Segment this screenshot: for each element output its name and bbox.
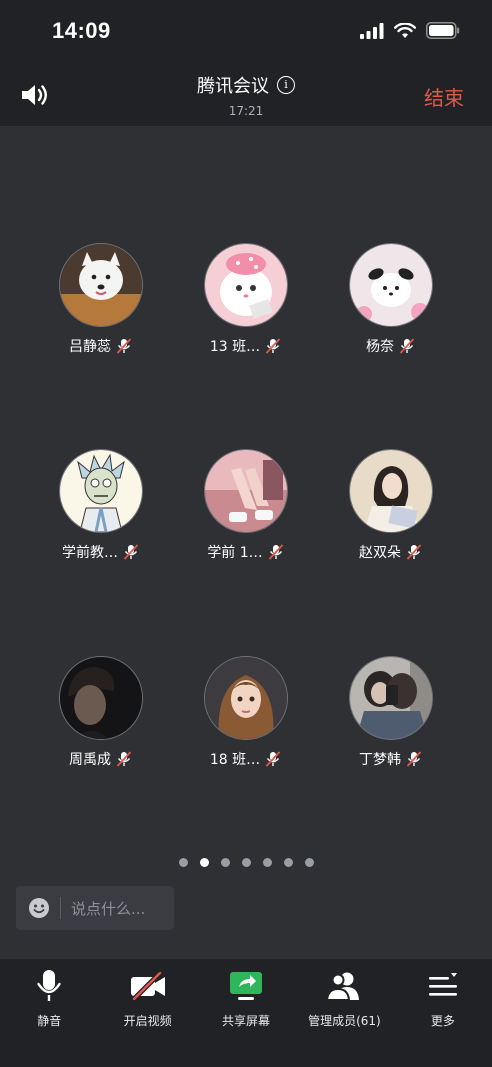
participant-tile[interactable]: 13 班…: [176, 243, 316, 356]
video-off-icon: [130, 972, 165, 1000]
mic-muted-icon: [399, 338, 415, 354]
participant-name: 吕静蕊: [69, 339, 111, 355]
mute-label: 静音: [37, 1014, 62, 1028]
avatar: [59, 243, 143, 327]
mic-muted-icon: [123, 544, 139, 560]
participant-name: 赵双朵: [359, 545, 401, 561]
page-dot[interactable]: [220, 858, 230, 867]
system-icons: [360, 22, 460, 39]
mic-muted-icon: [265, 751, 281, 767]
more-menu-icon: [428, 973, 457, 996]
avatar: [349, 243, 433, 327]
page-dot[interactable]: [304, 858, 314, 867]
meeting-header: 腾讯会议 i 17:21 结束: [0, 62, 492, 126]
share-screen-button[interactable]: 共享屏幕: [197, 959, 295, 1067]
avatar: [204, 656, 288, 740]
participant-name: 杨奈: [366, 339, 394, 355]
wifi-icon: [394, 22, 416, 38]
mic-muted-icon: [116, 751, 132, 767]
video-label: 开启视频: [123, 1014, 172, 1028]
members-icon: [326, 972, 360, 1001]
participant-tile[interactable]: 学前 1…: [176, 449, 316, 562]
participant-name: 周禹成: [69, 752, 111, 768]
manage-members-button[interactable]: 管理成员(61): [295, 959, 393, 1067]
avatar: [349, 656, 433, 740]
more-button[interactable]: 更多: [394, 959, 492, 1067]
page-indicator[interactable]: [0, 858, 492, 867]
participant-tile[interactable]: 周禹成: [31, 656, 171, 769]
manage-members-label: 管理成员(61): [308, 1014, 381, 1028]
meeting-title: 腾讯会议: [197, 76, 269, 96]
mic-muted-icon: [268, 544, 283, 560]
page-dot[interactable]: [262, 858, 272, 867]
video-button[interactable]: 开启视频: [98, 959, 196, 1067]
bottom-toolbar: 静音 开启视频 共享屏幕 管理成员(61) 更多: [0, 959, 492, 1067]
avatar: [204, 243, 288, 327]
avatar: [59, 656, 143, 740]
avatar: [349, 449, 433, 533]
participant-tile[interactable]: 杨奈: [321, 243, 461, 356]
participant-tile[interactable]: 赵双朵: [321, 449, 461, 562]
mic-muted-icon: [406, 751, 422, 767]
end-meeting-button[interactable]: 结束: [424, 82, 464, 111]
mic-muted-icon: [265, 338, 281, 354]
meeting-duration: 17:21: [228, 104, 264, 118]
meeting-title-block[interactable]: 腾讯会议 i 17:21: [0, 72, 492, 118]
avatar: [204, 449, 288, 533]
info-icon[interactable]: i: [277, 76, 295, 94]
microphone-icon: [37, 970, 61, 1001]
participant-tile[interactable]: 学前教…: [31, 449, 171, 562]
battery-icon: [426, 22, 460, 39]
page-dot[interactable]: [283, 858, 293, 867]
participant-tile[interactable]: 吕静蕊: [31, 243, 171, 356]
participant-tile[interactable]: 18 班…: [176, 656, 316, 769]
page-dot-active[interactable]: [199, 858, 209, 867]
page-dot[interactable]: [178, 858, 188, 867]
status-bar: 14:09: [0, 0, 492, 62]
divider: [60, 897, 61, 919]
avatar: [59, 449, 143, 533]
page-dot[interactable]: [241, 858, 251, 867]
share-screen-icon: [230, 972, 263, 1000]
participant-tile[interactable]: 丁梦韩: [321, 656, 461, 769]
more-label: 更多: [430, 1014, 455, 1028]
mic-muted-icon: [116, 338, 132, 354]
signal-icon: [360, 22, 384, 39]
chat-input[interactable]: 说点什么...: [16, 886, 174, 930]
participant-name: 丁梦韩: [359, 752, 401, 768]
participant-name: 学前 1…: [207, 545, 263, 561]
share-screen-label: 共享屏幕: [222, 1014, 271, 1028]
participant-name: 13 班…: [209, 339, 261, 355]
status-time: 14:09: [52, 18, 111, 43]
emoji-icon[interactable]: [28, 897, 50, 919]
mic-muted-icon: [406, 544, 422, 560]
participant-name: 学前教…: [62, 545, 118, 561]
chat-placeholder: 说点什么...: [71, 899, 146, 918]
participant-name: 18 班…: [209, 752, 261, 768]
mute-button[interactable]: 静音: [0, 959, 98, 1067]
